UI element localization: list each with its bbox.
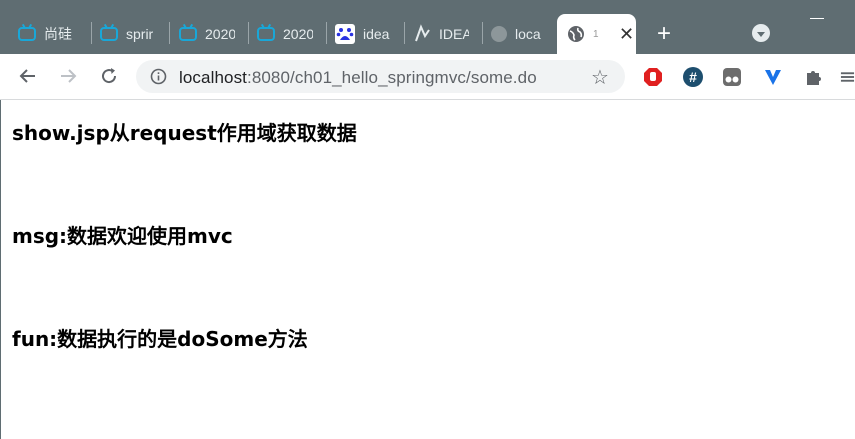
back-arrow-icon [19, 69, 35, 83]
globe-icon [568, 26, 584, 42]
tab-separator [248, 22, 249, 44]
reload-icon [102, 68, 117, 84]
tab-separator [91, 22, 92, 44]
tab-label: 1 [593, 28, 599, 40]
url-text[interactable]: localhost:8080/ch01_hello_springmvc/some… [179, 68, 537, 88]
extensions-button[interactable] [802, 66, 824, 88]
tab-label: loca [515, 26, 541, 42]
reload-button[interactable] [95, 62, 123, 90]
tampermonkey-extension[interactable] [721, 66, 743, 88]
v-shield-icon [765, 70, 781, 85]
bilibili-icon [257, 27, 275, 41]
tab-active[interactable]: 1 ✕ [557, 14, 636, 54]
tab-separator [404, 22, 405, 44]
tab-label: sprir [126, 26, 154, 42]
new-tab-button[interactable]: + [650, 14, 678, 54]
forward-button[interactable] [54, 62, 82, 90]
url-host: localhost [179, 68, 247, 87]
tab-3[interactable]: 2020 [179, 14, 241, 54]
tab-label: 2020 [205, 26, 235, 42]
tab-label: 尚硅 [44, 26, 72, 42]
puzzle-icon [807, 71, 821, 85]
back-button[interactable] [14, 62, 42, 90]
tab-separator [326, 22, 327, 44]
menu-button[interactable] [840, 66, 855, 88]
bilibili-icon [179, 27, 197, 41]
page-heading: show.jsp从request作用域获取数据 [12, 121, 357, 145]
tab-separator [169, 22, 170, 44]
close-tab-icon[interactable]: ✕ [619, 24, 634, 45]
tab-1[interactable]: 尚硅 [18, 14, 88, 54]
page-content: show.jsp从request作用域获取数据 msg:数据欢迎使用mvc fu… [0, 100, 855, 439]
chevron-down-icon [757, 31, 765, 37]
tab-label: IDEA [439, 26, 469, 42]
forward-arrow-icon [61, 69, 77, 83]
tab-separator [482, 22, 483, 44]
adblock-extension[interactable] [642, 66, 664, 88]
bilibili-icon [18, 27, 36, 41]
fun-line: fun:数据执行的是doSome方法 [12, 327, 308, 351]
globe-icon [491, 26, 507, 42]
msg-line: msg:数据欢迎使用mvc [12, 224, 233, 248]
address-bar[interactable]: localhost:8080/ch01_hello_springmvc/some… [136, 60, 625, 93]
minimize-button[interactable] [810, 18, 824, 19]
tab-2[interactable]: sprir [100, 14, 162, 54]
tab-5[interactable]: idea [335, 14, 397, 54]
tab-6[interactable]: IDEA [413, 14, 475, 54]
stop-hand-icon [644, 68, 662, 86]
bookmark-star-icon[interactable]: ☆ [591, 65, 609, 90]
url-path: :8080/ch01_hello_springmvc/some.do [247, 68, 537, 87]
tab-7[interactable]: loca [491, 14, 551, 54]
tab-4[interactable]: 2020 [257, 14, 319, 54]
idea-icon [415, 24, 430, 42]
hashtag-icon: # [683, 67, 703, 87]
tampermonkey-icon [723, 68, 741, 86]
tab-label: idea [363, 26, 390, 42]
baidu-icon [335, 24, 355, 44]
hashtag-extension[interactable]: # [682, 66, 704, 88]
browser-toolbar: localhost:8080/ch01_hello_springmvc/some… [0, 54, 855, 100]
bilibili-icon [100, 27, 118, 41]
menu-icon [840, 72, 855, 82]
info-icon[interactable] [150, 68, 167, 85]
tab-search-button[interactable] [752, 24, 770, 42]
v-extension[interactable] [762, 66, 784, 88]
tab-strip: 尚硅 sprir 2020 2020 idea IDEA loca 1 ✕ + [0, 0, 855, 54]
tab-label: 2020 [283, 26, 313, 42]
